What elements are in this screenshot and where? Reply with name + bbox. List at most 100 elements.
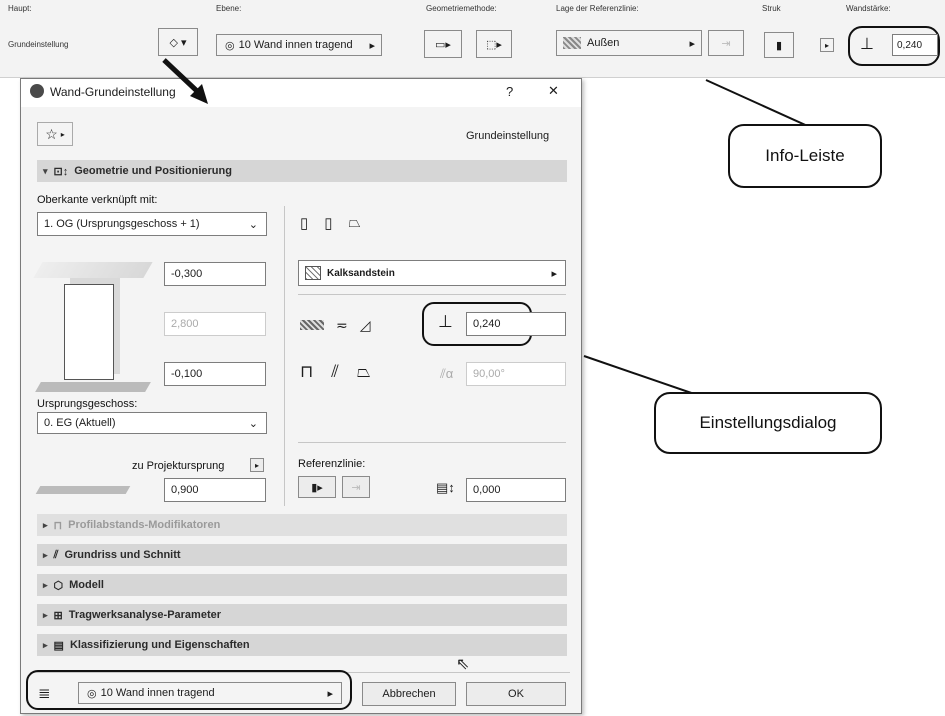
floorplan-icon: ⫽ [53, 548, 59, 561]
ursprung-select[interactable]: 0. EG (Aktuell) ⌄ [37, 412, 267, 434]
wall-type-icons: ▯ ▯ ⏢ [300, 214, 390, 236]
material-value: Kalksandstein [327, 267, 395, 279]
wall-preview-bottom [35, 382, 151, 392]
callout-einstellungsdialog: Einstellungsdialog [654, 392, 882, 454]
model-icon: ⬡ [53, 579, 64, 592]
ebene-selector[interactable]: ◎ 10 Wand innen tragend ▸ [216, 34, 382, 56]
eye-icon: ◎ [225, 39, 235, 52]
offset-icon: ▤↕ [436, 480, 455, 495]
projekt-input[interactable]: 0,900 [164, 478, 266, 502]
section-classification[interactable]: ▸ ▤ Klassifizierung und Eigenschaften [37, 634, 567, 656]
chevron-right-icon: ▸ [551, 267, 557, 280]
chevron-down-icon: ⌄ [248, 417, 258, 430]
wall-preview-body [64, 284, 114, 380]
oberkante-value: 1. OG (Ursprungsgeschoss + 1) [44, 218, 200, 230]
favorite-dropdown-button[interactable]: ◇ ▾ [158, 28, 198, 56]
geometrie-label: Geometriemethode: [426, 4, 497, 13]
ursprung-value: 0. EG (Aktuell) [44, 417, 116, 429]
referenz-label: Referenzlinie: [298, 458, 366, 470]
profile-slanted-icon[interactable]: ⫽ [331, 362, 339, 384]
referenz-label: Lage der Referenzlinie: [556, 4, 639, 13]
surface-angled-icon[interactable]: ◿ [360, 317, 371, 334]
section-floorplan[interactable]: ▸ ⫽ Grundriss und Schnitt [37, 544, 567, 566]
surface-wave-icon[interactable]: ≂ [336, 317, 348, 334]
ursprung-label: Ursprungsgeschoss: [37, 398, 138, 410]
referenz-value: Außen [587, 37, 620, 49]
geometry-straight-button[interactable]: ▭▸ [424, 30, 462, 58]
projekt-toggle-button[interactable]: ▸ [250, 458, 264, 472]
chevron-right-icon: ▸ [43, 519, 48, 530]
help-button[interactable]: ? [506, 84, 513, 99]
section-structural-label: Tragwerksanalyse-Parameter [68, 609, 222, 621]
structure-button[interactable]: ▮ [764, 32, 794, 58]
section-structural[interactable]: ▸ ⊞ Tragwerksanalyse-Parameter [37, 604, 567, 626]
referenz-offset-input[interactable]: 0,000 [466, 478, 566, 502]
angle-input: 90,00° [466, 362, 566, 386]
oberkante-label: Oberkante verknüpft mit: [37, 194, 158, 206]
mouse-cursor-icon: ⇖ [456, 656, 470, 673]
column-divider [284, 206, 285, 506]
chevron-right-icon: ▸ [369, 39, 375, 52]
close-button[interactable]: ✕ [548, 83, 559, 99]
layer-stack-icon: ≣ [38, 685, 51, 702]
oberkante-select[interactable]: 1. OG (Ursprungsgeschoss + 1) ⌄ [37, 212, 267, 236]
structural-icon: ⊞ [53, 609, 63, 622]
thickness-input[interactable]: 0,240 [466, 312, 566, 336]
dialog-title: Wand-Grundeinstellung [50, 85, 176, 99]
referenz-flip-button[interactable]: ⇥ [342, 476, 370, 498]
haupt-value[interactable]: Grundeinstellung [8, 40, 68, 49]
profile-straight-icon[interactable]: ⊓ [300, 362, 313, 384]
section-floorplan-label: Grundriss und Schnitt [64, 549, 181, 561]
eye-icon: ◎ [87, 687, 97, 700]
section-model-label: Modell [69, 579, 104, 591]
projekt-label: zu Projektursprung [132, 460, 225, 472]
preset-name: Grundeinstellung [466, 130, 550, 142]
footer-layer-value: 10 Wand innen tragend [100, 687, 215, 699]
thickness-icon: ⊥ [860, 36, 874, 53]
profile-trapezoid-icon[interactable]: ⏢ [357, 362, 371, 384]
top-offset-input[interactable]: -0,300 [164, 262, 266, 286]
wall-preview-top [33, 262, 153, 278]
ok-button[interactable]: OK [466, 682, 566, 706]
section-profile-label: Profilabstands-Modifikatoren [68, 519, 221, 531]
thickness-dialog-icon: ⊥ [438, 312, 453, 331]
wall-double-icon[interactable]: ▯ [324, 214, 332, 236]
chevron-right-icon: ▸ [327, 687, 333, 700]
wall-straight-icon[interactable]: ▯ [300, 214, 308, 236]
profile-icons: ⊓ ⫽ ⏢ [300, 362, 420, 384]
section-classification-label: Klassifizierung und Eigenschaften [69, 639, 250, 651]
wall-inclined-icon[interactable]: ⏢ [349, 214, 361, 236]
geometry-curved-button[interactable]: ⬚▸ [476, 30, 512, 58]
section-geometry-label: Geometrie und Positionierung [74, 165, 232, 177]
bottom-offset-input[interactable]: -0,100 [164, 362, 266, 386]
wall-tool-icon: ◇ ▾ [169, 36, 187, 49]
surface-icons: ≂ ◿ [300, 314, 420, 336]
ebene-label: Ebene: [216, 4, 242, 13]
referenz-dialog-button[interactable]: ▮▸ [298, 476, 336, 498]
profile-modifier-icon: ⊓ [53, 519, 63, 532]
chevron-right-icon: ▸ [60, 129, 65, 139]
favorites-button[interactable]: ☆ ▸ [37, 122, 73, 146]
wandstaerke-input[interactable]: 0,240 [892, 34, 938, 56]
material-select[interactable]: Kalksandstein ▸ [298, 260, 566, 286]
footer-layer-selector[interactable]: ◎ 10 Wand innen tragend ▸ [78, 682, 342, 704]
chevron-right-icon: ▸ [43, 549, 48, 560]
haupt-label: Haupt: [8, 4, 32, 13]
hatch-icon [563, 37, 581, 49]
struk-label: Struk [762, 4, 781, 13]
chevron-right-icon: ▸ [689, 37, 695, 50]
material-divider [298, 294, 566, 295]
flip-reference-button[interactable]: ⇥ [708, 30, 744, 56]
chevron-right-icon: ▸ [43, 609, 48, 620]
section-geometry[interactable]: ▾ ⊡↕ Geometrie und Positionierung [37, 160, 567, 182]
height-input: 2,800 [164, 312, 266, 336]
structure-arrow-button[interactable]: ▸ [820, 38, 834, 52]
cancel-button[interactable]: Abbrechen [362, 682, 456, 706]
referenz-selector[interactable]: Außen ▸ [556, 30, 702, 56]
section-model[interactable]: ▸ ⬡ Modell [37, 574, 567, 596]
chevron-down-icon: ▾ [43, 165, 48, 176]
angle-icon: ⫽α [440, 366, 454, 381]
section-profile-modifiers[interactable]: ▸ ⊓ Profilabstands-Modifikatoren [37, 514, 567, 536]
surface-flat-icon[interactable] [300, 320, 324, 330]
chevron-right-icon: ▸ [43, 639, 48, 650]
